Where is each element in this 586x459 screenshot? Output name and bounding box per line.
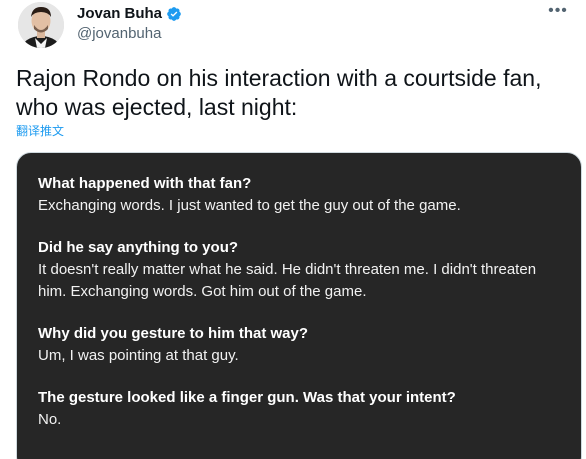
qa-answer: Um, I was pointing at that guy.: [38, 347, 239, 364]
verified-badge-icon: [167, 7, 181, 21]
qa-answer: No.: [38, 411, 62, 428]
avatar-image: [18, 2, 64, 48]
author-block: Jovan Buha @jovanbuha: [77, 5, 182, 43]
author-handle[interactable]: @jovanbuha: [77, 25, 182, 43]
tweet-text: Rajon Rondo on his interaction with a co…: [16, 65, 542, 120]
tweet-header: Jovan Buha @jovanbuha •••: [16, 0, 576, 60]
qa-item: Did he say anything to you? It doesn't r…: [38, 236, 568, 303]
qa-question: Did he say anything to you?: [38, 239, 239, 256]
more-options-icon[interactable]: •••: [546, 2, 570, 22]
qa-question: Why did you gesture to him that way?: [38, 325, 309, 342]
qa-item: The gesture looked like a finger gun. Wa…: [38, 386, 568, 431]
author-display-name[interactable]: Jovan Buha: [77, 5, 162, 23]
qa-item: Why did you gesture to him that way? Um,…: [38, 322, 568, 367]
qa-question: The gesture looked like a finger gun. Wa…: [38, 389, 456, 406]
author-name-row: Jovan Buha: [77, 5, 182, 23]
tweet-media-image[interactable]: What happened with that fan? Exchanging …: [16, 152, 582, 459]
qa-answer: It doesn't really matter what he said. H…: [38, 261, 537, 300]
qa-question: What happened with that fan?: [38, 175, 252, 192]
avatar[interactable]: [18, 2, 64, 48]
translate-tweet-link[interactable]: 翻译推文: [16, 123, 64, 139]
qa-answer: Exchanging words. I just wanted to get t…: [38, 197, 461, 214]
interview-transcript: What happened with that fan? Exchanging …: [38, 172, 568, 450]
qa-item: What happened with that fan? Exchanging …: [38, 172, 568, 217]
